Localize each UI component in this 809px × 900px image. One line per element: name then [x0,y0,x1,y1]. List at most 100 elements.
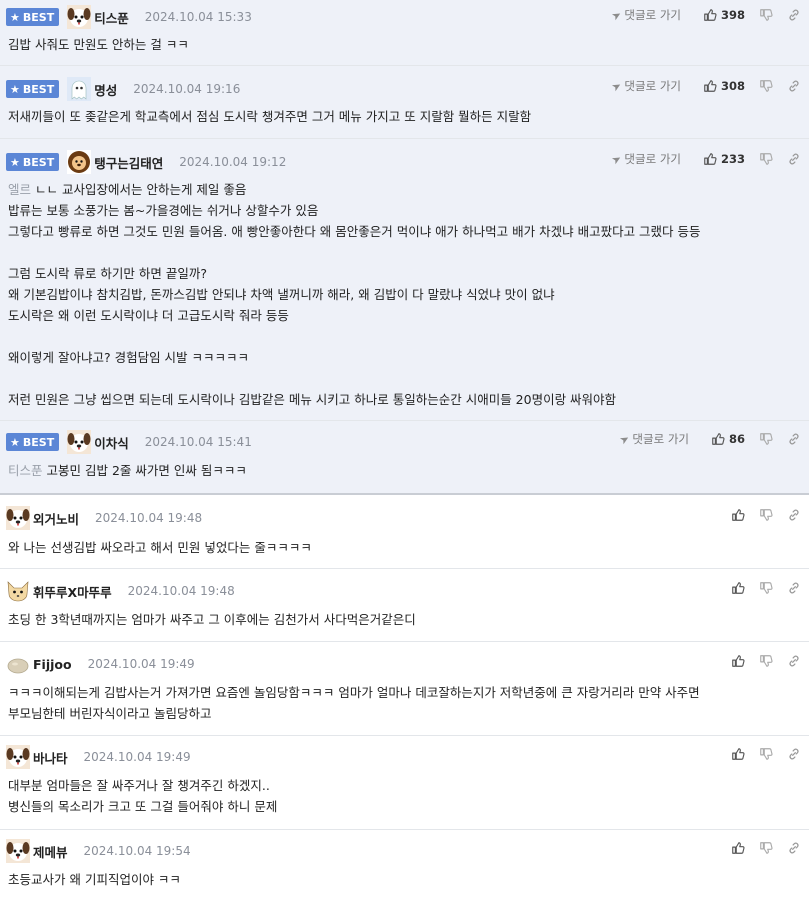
comment-header: ★ BEST 탱구는김태연 2024.10.04 19:12 [6,149,286,175]
mention-tag[interactable]: 엘르 [8,182,31,197]
copy-link-button[interactable] [787,508,801,522]
avatar[interactable] [6,652,30,676]
send-arrow-icon: ➤ [617,431,633,447]
like-button[interactable] [731,747,745,761]
thumbs-up-icon [711,432,725,446]
avatar[interactable] [6,745,30,769]
thumbs-down-icon [759,8,773,22]
comment-date: 2024.10.04 15:41 [144,435,252,449]
best-badge: ★ BEST [6,80,60,98]
dislike-button[interactable] [759,581,773,595]
copy-link-button[interactable] [787,581,801,595]
comment-header: 제메뷰 2024.10.04 19:54 [6,838,191,864]
avatar[interactable] [6,839,30,863]
star-icon: ★ [10,10,20,24]
comment-text: 저새끼들이 또 좆같은게 학교측에서 점심 도시락 챙겨주면 그거 메뉴 가지고… [8,109,532,124]
dislike-button[interactable] [759,8,773,22]
like-button[interactable] [731,508,745,522]
thumbs-up-icon [703,8,717,22]
like-button[interactable]: 398 [703,8,745,22]
copy-link-button[interactable] [787,747,801,761]
reply-label: 댓글로 가기 [624,152,681,166]
reply-link[interactable]: ➤ 댓글로 가기 [617,431,689,447]
star-icon: ★ [10,82,20,96]
like-button[interactable] [731,654,745,668]
comment: ★ BEST 명성 2024.10.04 19:16 ➤ 댓글로 가기 308 저새… [0,66,809,139]
like-button[interactable] [731,581,745,595]
dislike-button[interactable] [759,508,773,522]
avatar[interactable] [67,5,91,29]
link-icon [787,8,801,22]
reply-link[interactable]: ➤ 댓글로 가기 [609,151,681,167]
send-arrow-icon: ➤ [609,151,625,167]
dislike-button[interactable] [759,841,773,855]
best-badge: ★ BEST [6,8,60,26]
comment-text: ㅋㅋㅋ이해되는게 김밥사는거 가져가면 요즘엔 놀임당함ㅋㅋㅋ 엄마가 얼마나 … [8,685,700,721]
author-name[interactable]: 명성 [94,80,117,99]
best-badge: ★ BEST [6,153,60,171]
comment-header: 휘뚜루X마뚜루 2024.10.04 19:48 [6,578,235,604]
comment-body: 티스푼 고봉민 김밥 2줄 싸가면 인싸 됨ㅋㅋㅋ [8,460,247,481]
comment: 바나타 2024.10.04 19:49 대부분 엄마들은 잘 싸주거나 잘 챙… [0,736,809,830]
comment: 제메뷰 2024.10.04 19:54 초등교사가 왜 기피직업이야 ㅋㅋ [0,830,809,900]
comment-date: 2024.10.04 19:48 [127,584,235,598]
comment-header: 바나타 2024.10.04 19:49 [6,744,191,770]
comment-text: 대부분 엄마들은 잘 싸주거나 잘 챙겨주긴 하겠지.. 병신들의 목소리가 크… [8,778,278,814]
like-count: 233 [720,152,745,166]
author-name[interactable]: Fijjoo [33,657,72,672]
like-count: 398 [720,8,745,22]
comment-actions: ➤ 댓글로 가기 308 [610,75,801,97]
copy-link-button[interactable] [787,841,801,855]
dislike-button[interactable] [759,152,773,166]
thumbs-up-icon [731,508,745,522]
thumbs-up-icon [731,747,745,761]
comment-text: 초등교사가 왜 기피직업이야 ㅋㅋ [8,872,181,887]
link-icon [787,79,801,93]
reply-link[interactable]: ➤ 댓글로 가기 [610,78,681,94]
thumbs-down-icon [759,79,773,93]
copy-link-button[interactable] [787,432,801,446]
like-button[interactable]: 86 [711,432,745,446]
thumbs-up-icon [703,79,717,93]
copy-link-button[interactable] [787,79,801,93]
comment-actions: ➤ 댓글로 가기 398 [610,4,801,26]
comment-date: 2024.10.04 19:16 [133,82,241,96]
like-button[interactable] [731,841,745,855]
thumbs-down-icon [759,747,773,761]
thumbs-down-icon [759,654,773,668]
copy-link-button[interactable] [787,8,801,22]
star-icon: ★ [10,155,20,169]
comment: 휘뚜루X마뚜루 2024.10.04 19:48 초딩 한 3학년때까지는 엄마… [0,569,809,642]
comment-date: 2024.10.04 19:12 [179,155,287,169]
author-name[interactable]: 휘뚜루X마뚜루 [33,582,112,601]
copy-link-button[interactable] [787,654,801,668]
avatar[interactable] [6,579,30,603]
author-name[interactable]: 외거노비 [33,509,79,528]
author-name[interactable]: 탱구는김태연 [94,153,163,172]
avatar[interactable] [67,430,91,454]
best-badge: ★ BEST [6,433,60,451]
best-label: BEST [22,435,55,449]
like-button[interactable]: 233 [703,152,745,166]
thumbs-down-icon [759,581,773,595]
author-name[interactable]: 티스푼 [94,8,129,27]
mention-tag[interactable]: 티스푼 [8,463,43,478]
reply-link[interactable]: ➤ 댓글로 가기 [610,7,681,23]
dislike-button[interactable] [759,747,773,761]
best-label: BEST [22,155,55,169]
dislike-button[interactable] [759,432,773,446]
like-count: 308 [720,79,745,93]
comment-text: ㄴㄴ 교사입장에서는 안하는게 제일 좋음 밥류는 보통 소풍가는 봄~가을경에… [8,182,701,407]
author-name[interactable]: 이차식 [94,433,129,452]
like-button[interactable]: 308 [703,79,745,93]
copy-link-button[interactable] [787,152,801,166]
avatar[interactable] [6,506,30,530]
author-name[interactable]: 제메뷰 [33,842,68,861]
avatar[interactable] [67,77,91,101]
comment-header: ★ BEST 이차식 2024.10.04 15:41 [6,429,252,455]
comment-header: 외거노비 2024.10.04 19:48 [6,505,202,531]
dislike-button[interactable] [759,79,773,93]
author-name[interactable]: 바나타 [33,748,68,767]
dislike-button[interactable] [759,654,773,668]
avatar[interactable] [67,150,91,174]
